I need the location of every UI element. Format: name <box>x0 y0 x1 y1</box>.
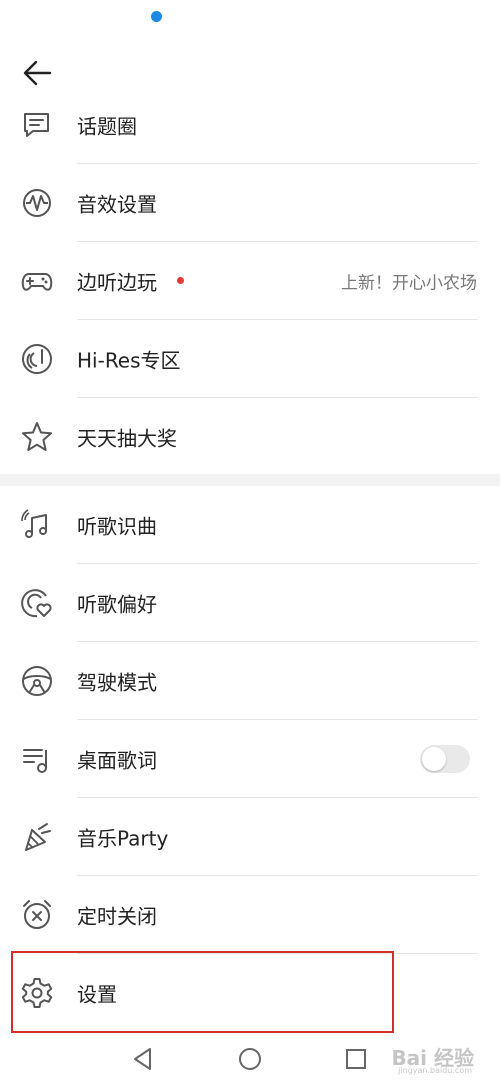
menu-item-label: 桌面歌词 <box>77 748 157 773</box>
menu-item-game[interactable]: 边听边玩 上新！开心小农场 <box>0 242 500 320</box>
nav-recents-button[interactable] <box>341 1044 371 1074</box>
promo-text: 上新！开心小农场 <box>341 273 477 294</box>
gamepad-icon <box>20 264 54 298</box>
hi-res-icon <box>20 342 54 376</box>
square-recents-icon <box>346 1049 366 1069</box>
menu-item-driving[interactable]: 驾驶模式 <box>0 642 500 720</box>
back-arrow-icon <box>23 60 52 86</box>
circle-home-icon <box>239 1048 261 1070</box>
menu-item-preference[interactable]: 听歌偏好 <box>0 564 500 642</box>
menu-item-party[interactable]: 音乐Party <box>0 798 500 876</box>
nav-home-button[interactable] <box>235 1044 265 1074</box>
menu-item-recognize[interactable]: 听歌识曲 <box>0 486 500 564</box>
party-hat-icon <box>20 820 54 854</box>
star-icon <box>20 420 54 454</box>
music-preference-icon <box>20 586 54 620</box>
menu-item-label: 驾驶模式 <box>77 670 157 695</box>
watermark-url: jingyan.baidu.com <box>398 1066 472 1075</box>
menu-item-label: Hi-Res专区 <box>77 348 181 373</box>
status-notification-icon <box>151 11 162 22</box>
menu-item-timer[interactable]: 定时关闭 <box>0 876 500 954</box>
nav-back-button[interactable] <box>128 1044 158 1074</box>
menu-item-label: 听歌偏好 <box>77 592 157 617</box>
desktop-lyrics-toggle[interactable] <box>420 745 470 773</box>
menu-item-hires[interactable]: Hi-Res专区 <box>0 320 500 398</box>
desktop-lyrics-icon <box>20 742 54 776</box>
menu-item-sound[interactable]: 音效设置 <box>0 164 500 242</box>
menu-item-label: 定时关闭 <box>77 904 157 929</box>
menu-item-topic[interactable]: 话题圈 <box>0 86 500 164</box>
menu-item-label: 音乐Party <box>77 826 169 851</box>
menu-item-label: 听歌识曲 <box>77 514 157 539</box>
menu-item-lottery[interactable]: 天天抽大奖 <box>0 398 500 476</box>
chat-icon <box>20 108 54 142</box>
toggle-knob <box>422 747 446 771</box>
music-recognition-icon <box>20 508 54 542</box>
menu-item-lyrics[interactable]: 桌面歌词 <box>0 720 500 798</box>
menu-item-label: 音效设置 <box>77 192 157 217</box>
menu-item-label: 天天抽大奖 <box>77 426 177 451</box>
alarm-clock-icon <box>20 898 54 932</box>
new-badge-dot <box>177 277 184 284</box>
section-separator <box>0 474 500 486</box>
back-button[interactable] <box>20 56 54 90</box>
triangle-back-icon <box>134 1048 151 1070</box>
menu-item-label: 边听边玩 <box>77 270 157 295</box>
sound-wave-icon <box>20 186 54 220</box>
annotation-highlight-box <box>11 951 394 1033</box>
steering-wheel-icon <box>20 664 54 698</box>
menu-item-label: 话题圈 <box>77 114 137 139</box>
